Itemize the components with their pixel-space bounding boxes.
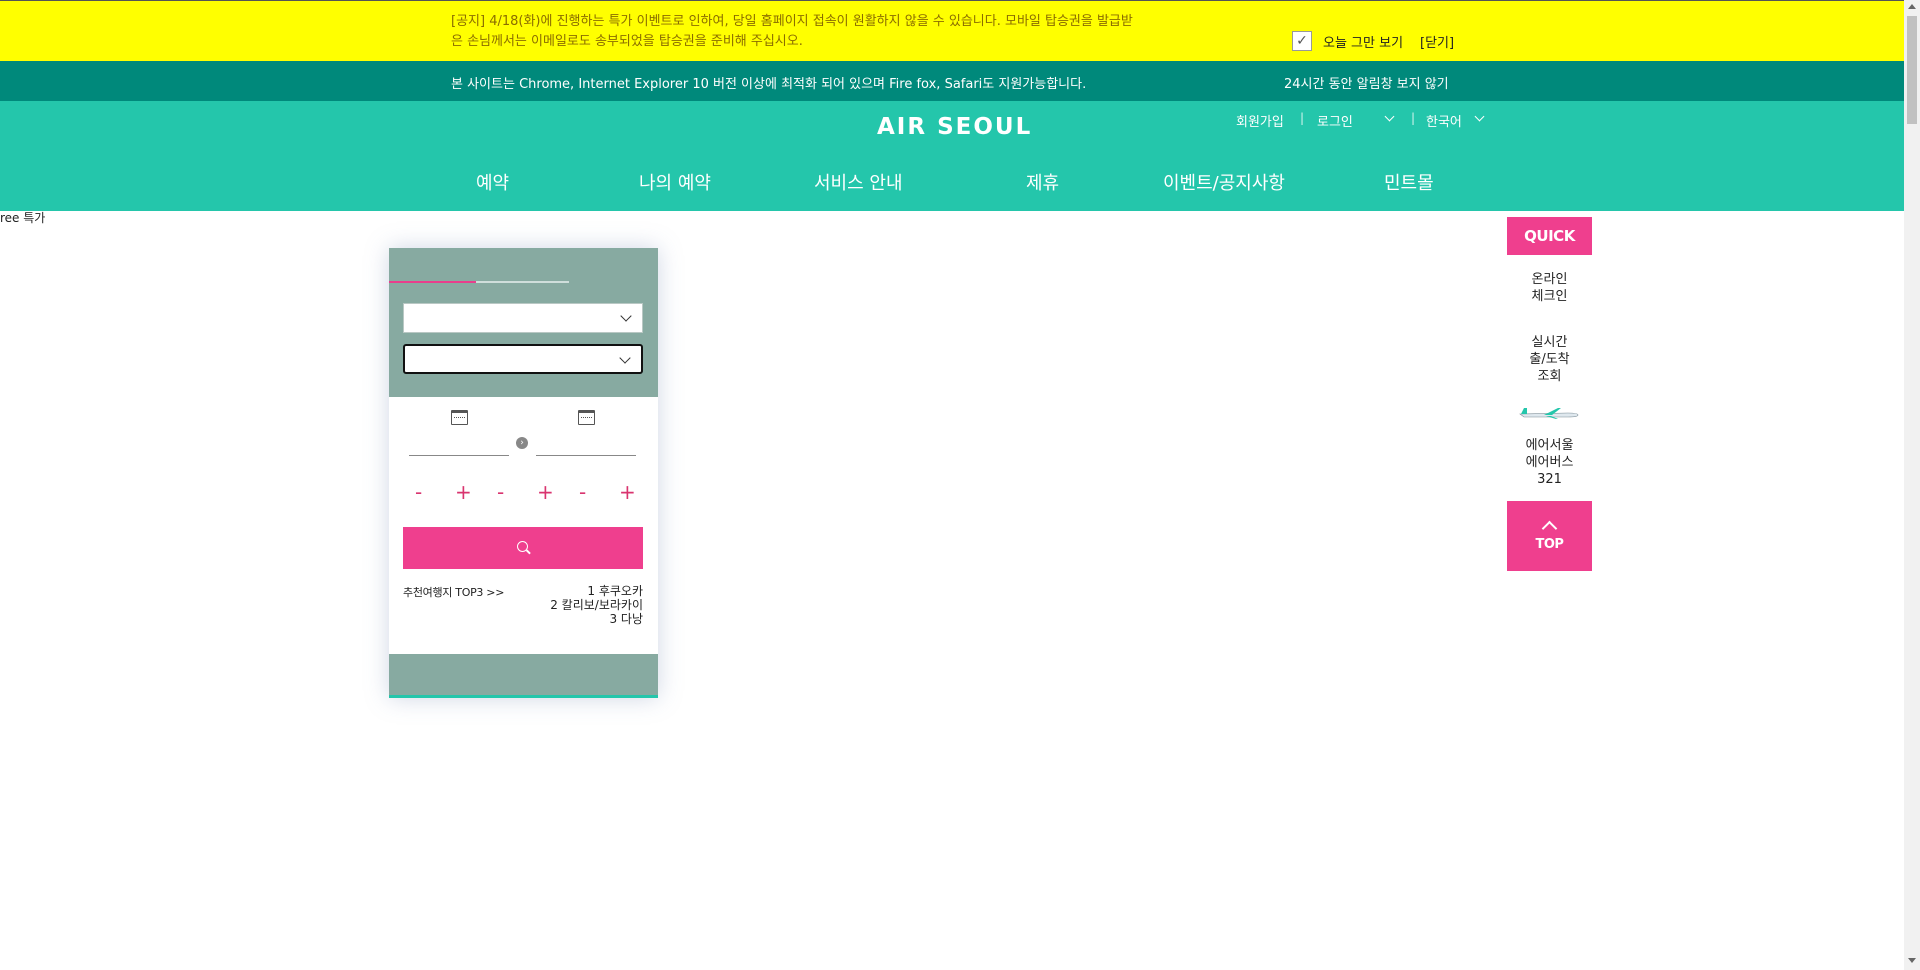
check-icon: ✓ <box>1296 33 1308 49</box>
util-separator: | <box>1411 111 1416 125</box>
page-scrollbar[interactable] <box>1904 0 1920 970</box>
adult-minus-button[interactable]: - <box>415 480 422 504</box>
nav-reservation[interactable]: 예약 <box>476 169 509 195</box>
scroll-up-arrow-icon[interactable] <box>1908 4 1916 9</box>
child-minus-button[interactable]: - <box>497 480 504 504</box>
language-chevron-down-icon[interactable] <box>1474 111 1485 122</box>
nav-service-guide[interactable]: 서비스 안내 <box>814 169 903 195</box>
chevron-down-icon <box>619 352 631 364</box>
scroll-thumb[interactable] <box>1907 16 1917 124</box>
adult-plus-button[interactable]: + <box>455 480 472 504</box>
browser-support-bar: 본 사이트는 Chrome, Internet Explorer 10 버전 이… <box>0 61 1904 101</box>
quick-item-label: 출/도착 <box>1529 352 1570 367</box>
top-label: TOP <box>1535 537 1564 552</box>
nav-mint-mall[interactable]: 민트몰 <box>1384 169 1434 195</box>
quick-item-label: 온라인 <box>1531 272 1568 287</box>
tab-indicator[interactable] <box>476 281 569 283</box>
infant-minus-button[interactable]: - <box>579 480 586 504</box>
signup-link[interactable]: 회원가입 <box>1236 111 1284 130</box>
departure-calendar-icon[interactable] <box>451 410 468 425</box>
top3-item-1[interactable]: 1 후쿠오카 <box>587 584 643 598</box>
airplane-icon[interactable] <box>1518 406 1580 420</box>
booking-widget: › - + - + - + 추천여행지 TOP3 >> 1 후쿠오카 2 칼리보… <box>389 248 658 698</box>
login-link[interactable]: 로그인 <box>1317 111 1353 130</box>
dont-show-today-label[interactable]: 오늘 그만 보기 <box>1323 32 1403 51</box>
return-calendar-icon[interactable] <box>578 410 595 425</box>
departure-date-field[interactable] <box>409 455 509 456</box>
quick-online-checkin[interactable]: 온라인 체크인 <box>1507 271 1592 305</box>
language-select[interactable]: 한국어 <box>1426 111 1462 130</box>
quick-item-label: 에어버스 <box>1525 455 1574 470</box>
arrival-select[interactable] <box>403 344 643 374</box>
login-chevron-down-icon[interactable] <box>1384 111 1395 122</box>
search-icon <box>517 541 528 552</box>
browser-support-text: 본 사이트는 Chrome, Internet Explorer 10 버전 이… <box>451 77 1087 92</box>
util-separator: | <box>1300 111 1305 125</box>
quick-flight-status[interactable]: 실시간 출/도착 조회 <box>1507 334 1592 385</box>
infant-plus-button[interactable]: + <box>619 480 636 504</box>
scroll-down-arrow-icon[interactable] <box>1908 958 1916 963</box>
nav-my-reservation[interactable]: 나의 예약 <box>639 169 711 195</box>
notice-text: [공지] 4/18(화)에 진행하는 특가 이벤트로 인하여, 당일 홈페이지 … <box>451 12 1151 52</box>
top3-item-2[interactable]: 2 칼리보/보라카이 <box>550 598 643 612</box>
quick-item-label: 실시간 <box>1531 335 1568 350</box>
tab-indicator-active[interactable] <box>389 281 476 283</box>
quick-item-label: 321 <box>1537 472 1562 487</box>
back-to-top-button[interactable]: TOP <box>1507 501 1592 571</box>
hide-24h-button[interactable]: 24시간 동안 알림창 보지 않기 <box>1284 73 1449 92</box>
notice-bar: [공지] 4/18(화)에 진행하는 특가 이벤트로 인하여, 당일 홈페이지 … <box>0 0 1904 61</box>
site-header: AIR SEOUL 회원가입 | 로그인 | 한국어 예약 나의 예약 서비스 … <box>0 101 1904 211</box>
chevron-down-icon <box>620 310 632 322</box>
nav-partnership[interactable]: 제휴 <box>1026 169 1059 195</box>
air-seoul-logo[interactable]: AIR SEOUL <box>877 114 1032 140</box>
chevron-up-icon <box>1541 520 1558 537</box>
return-date-field[interactable] <box>536 455 636 456</box>
child-plus-button[interactable]: + <box>537 480 554 504</box>
booking-widget-top <box>389 248 658 397</box>
top3-destinations-link[interactable]: 추천여행지 TOP3 >> <box>403 584 504 600</box>
stray-promo-text: ree 특가 <box>0 211 46 225</box>
dont-show-today-checkbox[interactable]: ✓ <box>1292 31 1312 51</box>
quick-aircraft-a321[interactable]: 에어서울 에어버스 321 <box>1507 437 1592 488</box>
quick-item-label: 조회 <box>1537 369 1562 384</box>
notice-line-1: [공지] 4/18(화)에 진행하는 특가 이벤트로 인하여, 당일 홈페이지 … <box>451 14 1133 29</box>
departure-select[interactable] <box>403 303 643 333</box>
notice-line-2: 은 손님께서는 이메일로도 송부되었을 탑승권을 준비해 주십시오. <box>451 34 803 49</box>
flight-search-button[interactable] <box>403 527 643 569</box>
notice-close-button[interactable]: [닫기] <box>1420 32 1454 51</box>
quick-item-label: 체크인 <box>1531 289 1568 304</box>
booking-widget-bottom <box>389 654 658 698</box>
arrow-right-icon: › <box>516 437 528 449</box>
quick-menu-title: QUICK <box>1507 217 1592 255</box>
quick-item-label: 에어서울 <box>1525 438 1574 453</box>
top3-item-3[interactable]: 3 다낭 <box>609 612 643 626</box>
nav-events-notices[interactable]: 이벤트/공지사항 <box>1163 169 1285 195</box>
